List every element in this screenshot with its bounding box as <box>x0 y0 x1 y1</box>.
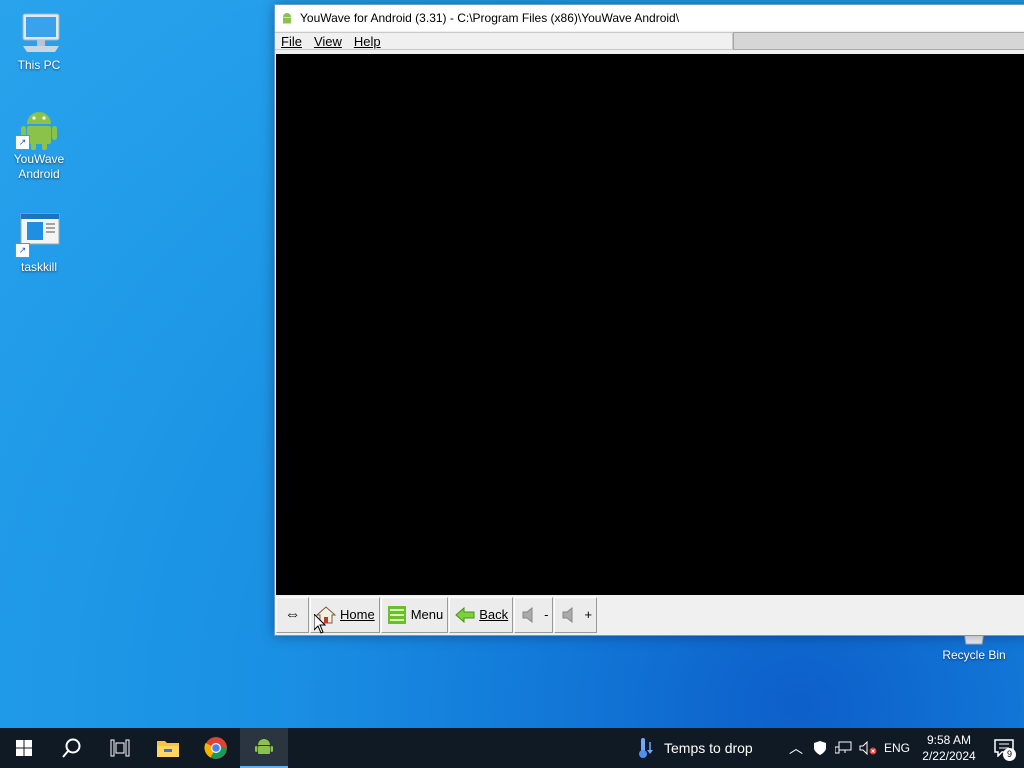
android-icon <box>283 13 291 24</box>
clock[interactable]: 9:58 AM 2/22/2024 <box>914 732 984 764</box>
window-title: YouWave for Android (3.31) - C:\Program … <box>300 11 680 25</box>
system-tray: ︿ ENG 9:58 AM 2/22/2024 9 <box>784 728 1024 768</box>
volume-down-label: - <box>544 607 549 622</box>
desktop-icon-youwave[interactable]: ↗ YouWave Android <box>4 104 74 182</box>
clock-time: 9:58 AM <box>926 733 972 747</box>
desktop-icon-label: Recycle Bin <box>942 648 1006 662</box>
volume-muted-icon <box>859 741 877 755</box>
notifications-button[interactable]: 9 <box>984 728 1024 768</box>
volume-down-button[interactable]: - <box>514 596 554 633</box>
file-explorer-button[interactable] <box>144 728 192 768</box>
taskbar: Temps to drop ︿ ENG 9:58 AM 2/22/2024 9 <box>0 728 1024 768</box>
shield-icon <box>814 741 826 755</box>
window-titlebar[interactable]: YouWave for Android (3.31) - C:\Program … <box>275 5 1024 31</box>
mouse-cursor-icon <box>314 614 326 634</box>
notification-count-badge: 9 <box>1003 748 1016 761</box>
menu-button[interactable]: Menu <box>380 596 449 633</box>
speaker-icon <box>562 606 573 623</box>
input-language[interactable]: ENG <box>880 741 914 755</box>
desktop-icon-this-pc[interactable]: This PC <box>4 10 74 73</box>
desktop-icon-label: YouWave Android <box>13 152 65 181</box>
rotate-icon: ⇔ <box>284 605 301 623</box>
menu-bar: File View Help <box>275 31 1024 51</box>
speaker-icon <box>522 606 533 623</box>
shortcut-arrow-icon: ↗ <box>15 243 30 258</box>
security-tray-button[interactable] <box>808 740 832 756</box>
chrome-button[interactable] <box>192 728 240 768</box>
desktop-icon-label: This PC <box>17 58 61 72</box>
chevron-up-icon: ︿ <box>789 740 803 756</box>
back-label: Back <box>479 607 509 622</box>
home-label: Home <box>340 607 375 622</box>
android-icon: ↗ <box>15 104 63 150</box>
menu-icon <box>387 605 406 624</box>
android-icon <box>255 739 273 754</box>
task-view-icon <box>110 739 130 757</box>
volume-tray-button[interactable] <box>856 741 880 755</box>
folder-icon <box>157 741 179 757</box>
show-hidden-icons-button[interactable]: ︿ <box>784 738 808 758</box>
youwave-taskbar-button[interactable] <box>240 728 288 768</box>
task-view-button[interactable] <box>96 728 144 768</box>
volume-up-label: + <box>584 607 593 622</box>
search-button[interactable] <box>48 728 96 768</box>
weather-text: Temps to drop <box>664 740 753 756</box>
weather-widget[interactable]: Temps to drop <box>636 728 753 768</box>
desktop-icon-taskkill[interactable]: ↗ taskkill <box>4 212 74 275</box>
menu-help[interactable]: Help <box>354 34 381 49</box>
youwave-window: YouWave for Android (3.31) - C:\Program … <box>274 4 1024 636</box>
network-icon <box>835 741 852 754</box>
menu-label: Menu <box>410 607 444 622</box>
shortcut-arrow-icon: ↗ <box>15 135 30 150</box>
android-toolbar: ⇔ Home Menu Back - + <box>276 595 1024 634</box>
application-window-icon: ↗ <box>15 212 63 258</box>
menu-bar-filler <box>733 32 1024 50</box>
clock-date: 2/22/2024 <box>922 749 976 763</box>
thermometer-icon <box>639 738 653 758</box>
computer-icon <box>15 10 63 56</box>
volume-up-button[interactable]: + <box>554 596 598 633</box>
start-button[interactable] <box>0 728 48 768</box>
menu-view[interactable]: View <box>314 34 342 49</box>
menu-file[interactable]: File <box>281 34 302 49</box>
desktop-icon-label: taskkill <box>20 260 57 274</box>
rotate-button[interactable]: ⇔ <box>276 596 309 633</box>
chrome-icon <box>204 737 227 759</box>
back-arrow-icon <box>455 606 475 623</box>
network-tray-button[interactable] <box>832 741 856 755</box>
back-button[interactable]: Back <box>449 596 514 633</box>
search-icon <box>62 738 81 758</box>
windows-logo-icon <box>16 740 32 756</box>
android-screen[interactable] <box>276 54 1024 595</box>
